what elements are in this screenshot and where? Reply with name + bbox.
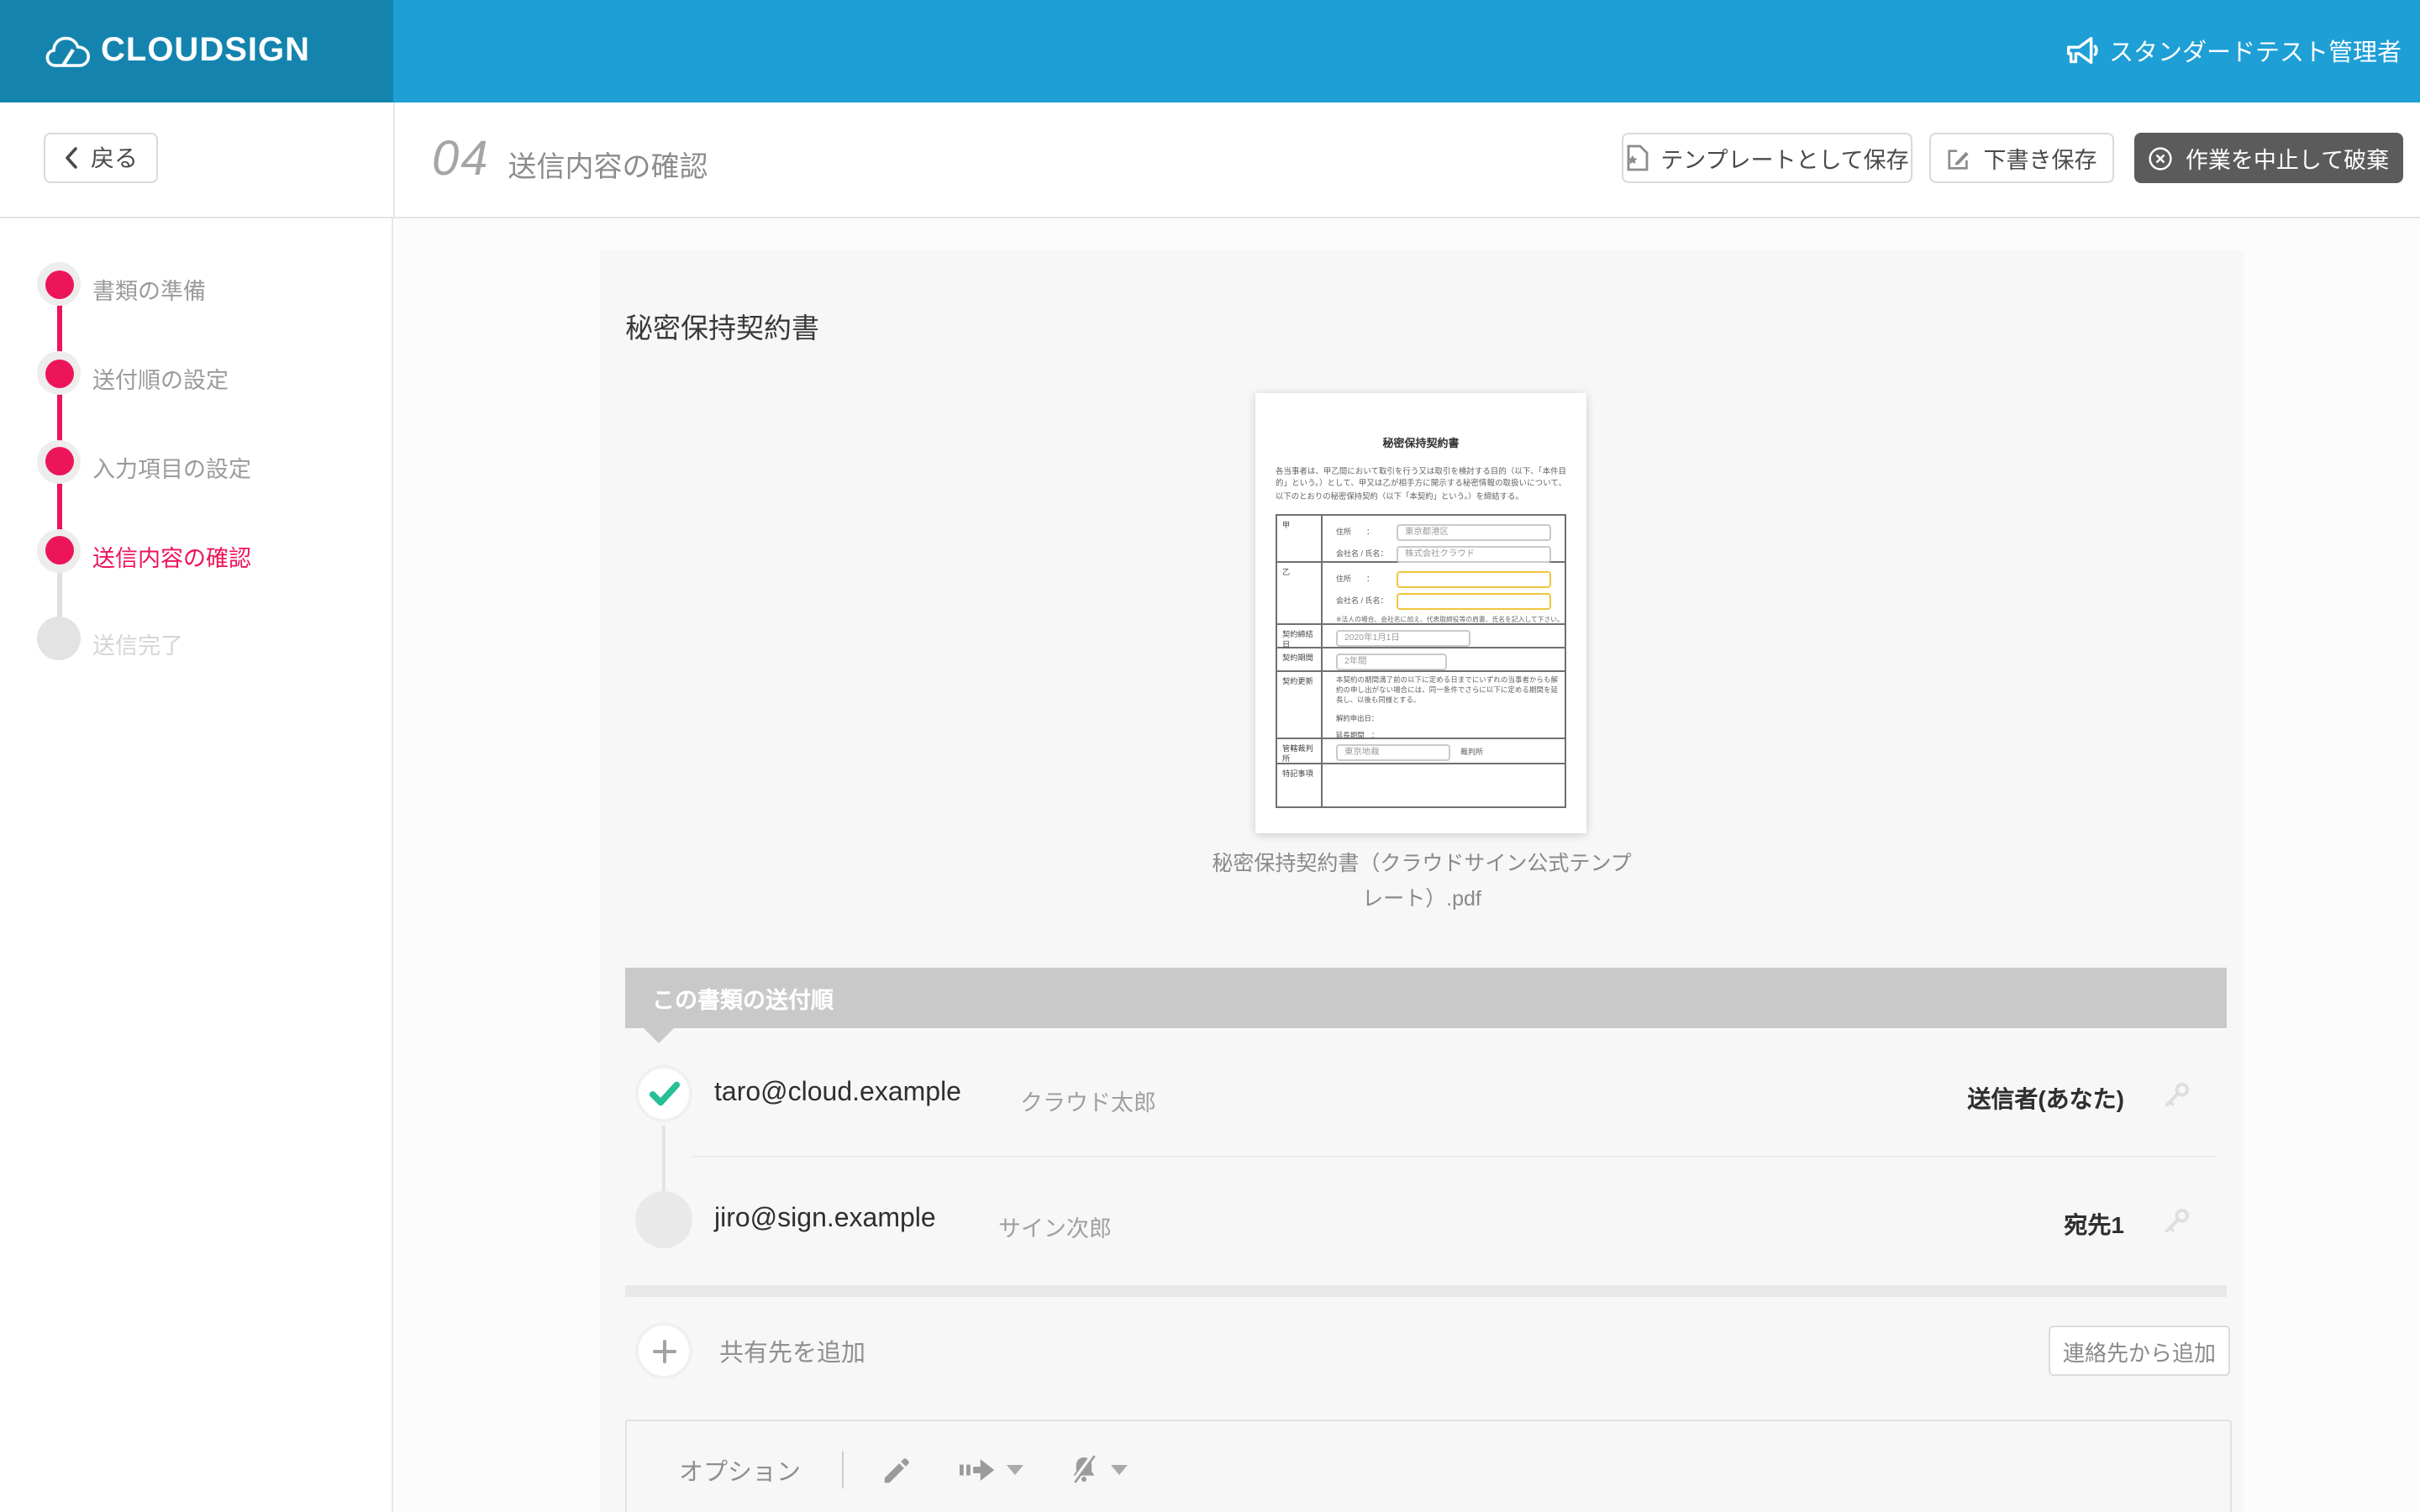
- progress-sidebar: 書類の準備 送付順の設定 入力項目の設定 送信内容の確認 送信完了: [0, 218, 393, 1512]
- discard-button[interactable]: 作業を中止して破棄: [2134, 133, 2403, 183]
- step-dot-1: [45, 270, 73, 298]
- mini-field-otsu-company: [1397, 592, 1551, 610]
- step-dot-5: [37, 617, 81, 660]
- add-share-row: 共有先を追加 連絡先から追加: [600, 1322, 2244, 1379]
- save-draft-button[interactable]: 下書き保存: [1929, 133, 2114, 183]
- document-title: 秘密保持契約書: [625, 314, 819, 344]
- mini-field-kou-address: 東京都港区: [1397, 523, 1551, 541]
- logo-area: CLOUDSIGN: [0, 0, 393, 102]
- mini-label-date: 契約締結日: [1277, 624, 1323, 648]
- mini-label-term: 契約期間: [1277, 648, 1323, 670]
- top-header: CLOUDSIGN スタンダードテスト管理者: [0, 0, 2420, 102]
- recipient-email: taro@cloud.example: [714, 1079, 961, 1107]
- step-dot-2: [45, 359, 73, 387]
- mini-label-renew: 契約更新: [1277, 671, 1323, 738]
- bell-slash-icon[interactable]: [1066, 1453, 1100, 1487]
- mini-field-term: 2年間: [1336, 653, 1447, 670]
- pdf-filename-caption: 秘密保持契約書（クラウドサイン公式テンプレート）.pdf: [1212, 852, 1632, 911]
- recipient-name: クラウド太郎: [1020, 1090, 1156, 1116]
- access-key-icon[interactable]: [2161, 1080, 2191, 1110]
- announcements-megaphone-icon[interactable]: [2064, 32, 2102, 71]
- sidebar-step-confirm: 送信内容の確認: [92, 545, 251, 570]
- send-order-section-header: この書類の送付順: [625, 968, 2227, 1028]
- recipient-email: jiro@sign.example: [714, 1205, 936, 1233]
- options-panel: オプション: [625, 1420, 2232, 1512]
- discard-label: 作業を中止して破棄: [2185, 148, 2390, 173]
- page-toolbar: 戻る 04 送信内容の確認 テンプレートとして保存 下書き保存 作業を中止して破…: [0, 102, 2420, 218]
- back-button[interactable]: 戻る: [44, 133, 158, 183]
- options-label: オプション: [679, 1459, 801, 1486]
- save-draft-label: 下書き保存: [1983, 148, 2097, 173]
- mini-label-notes: 特記事項: [1277, 764, 1323, 806]
- recipient-role-badge: 宛先1: [2064, 1211, 2124, 1238]
- step-dot-3: [45, 447, 73, 475]
- step-dot-4: [45, 536, 73, 564]
- cloudsign-app: CLOUDSIGN スタンダードテスト管理者 戻る 04 送信内容の確認 テンプ…: [0, 0, 2420, 1512]
- add-share-label[interactable]: 共有先を追加: [719, 1322, 865, 1379]
- access-key-icon[interactable]: [2161, 1206, 2191, 1236]
- back-button-label: 戻る: [91, 144, 138, 171]
- caret-down-icon[interactable]: [1006, 1465, 1023, 1475]
- pdf-thumbnail[interactable]: 秘密保持契約書 各当事者は、甲乙間において取引を行う又は取引を検討する目的（以下…: [1255, 393, 1586, 833]
- mini-label-kou: 甲: [1277, 515, 1323, 561]
- recipient-role-badge: 送信者(あなた): [1967, 1085, 2124, 1112]
- toolbar-divider: [393, 102, 395, 218]
- section-bottom-strip: [625, 1285, 2227, 1297]
- edit-pencil-icon[interactable]: [880, 1454, 912, 1486]
- caret-down-icon[interactable]: [1110, 1465, 1127, 1475]
- sidebar-step-complete: 送信完了: [92, 633, 183, 659]
- mini-label-court: 管轄裁判所: [1277, 738, 1323, 763]
- sidebar-step-fields: 入力項目の設定: [92, 456, 251, 481]
- confirmation-card: 秘密保持契約書 秘密保持契約書 各当事者は、甲乙間において取引を行う又は取引を検…: [600, 250, 2244, 1512]
- chevron-left-icon: [64, 146, 79, 170]
- mini-field-otsu-address: [1397, 570, 1551, 588]
- save-as-template-button[interactable]: テンプレートとして保存: [1622, 133, 1912, 183]
- mini-doc-table: 甲 住所 ：東京都港区 会社名 / 氏名： 株式会社クラウド 乙 住所 ： 会社名…: [1276, 513, 1566, 808]
- stepper-line-done: [56, 284, 61, 549]
- cloudsign-logo[interactable]: CLOUDSIGN: [45, 32, 310, 71]
- sidebar-step-prepare: 書類の準備: [92, 279, 206, 304]
- section-header-tail: [644, 1028, 674, 1043]
- recipient-status-done: [635, 1065, 692, 1122]
- row-divider: [692, 1156, 2217, 1158]
- mini-field-kou-company: 株式会社クラウド: [1397, 545, 1551, 563]
- current-user-menu[interactable]: スタンダードテスト管理者: [2109, 0, 2402, 102]
- file-star-icon: [1625, 144, 1649, 171]
- recipient-status-pending: [635, 1191, 692, 1248]
- mini-label-otsu: 乙: [1277, 562, 1323, 623]
- mini-doc-title: 秘密保持契約書: [1382, 438, 1460, 450]
- check-icon: [648, 1080, 680, 1107]
- options-row: オプション: [627, 1445, 2230, 1495]
- mini-field-court: 東京地裁: [1336, 743, 1450, 761]
- logo-text: CLOUDSIGN: [101, 32, 310, 69]
- save-as-template-label: テンプレートとして保存: [1660, 148, 1909, 173]
- mini-field-date: 2020年1月1日: [1336, 629, 1470, 647]
- cloud-pen-icon: [45, 33, 91, 70]
- sidebar-step-order: 送付順の設定: [92, 368, 229, 393]
- page-title-text: 送信内容の確認: [508, 151, 708, 183]
- recipient-name: サイン次郎: [998, 1216, 1112, 1242]
- mini-document: 秘密保持契約書 各当事者は、甲乙間において取引を行う又は取引を検討する目的（以下…: [1276, 410, 1566, 808]
- step-number: 04: [432, 133, 490, 186]
- add-from-contacts-button[interactable]: 連絡先から追加: [2049, 1326, 2230, 1376]
- options-divider: [841, 1452, 843, 1488]
- circle-x-icon: [2149, 145, 2174, 171]
- forward-order-icon[interactable]: [959, 1457, 996, 1483]
- edit-square-icon: [1947, 145, 1972, 171]
- mini-doc-intro: 各当事者は、甲乙間において取引を行う又は取引を検討する目的（以下、「本件目的」と…: [1276, 467, 1566, 501]
- plus-icon: [651, 1338, 676, 1363]
- recipient-connector-line: [661, 1126, 666, 1191]
- page-title: 04 送信内容の確認: [432, 102, 708, 218]
- add-share-button[interactable]: [635, 1322, 692, 1379]
